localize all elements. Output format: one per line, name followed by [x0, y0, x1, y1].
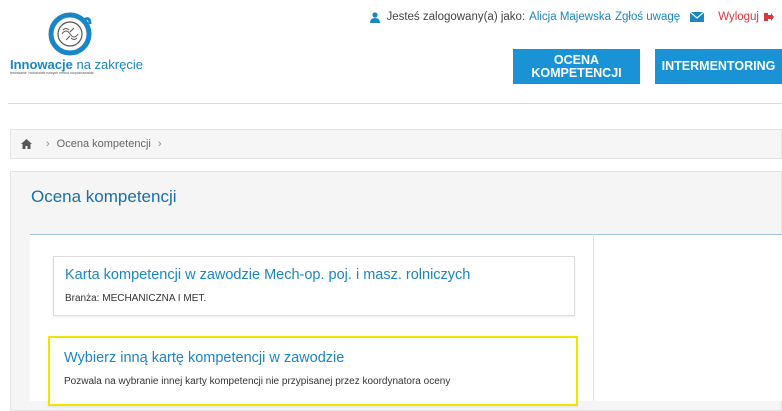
choose-other-card-title[interactable]: Wybierz inną kartę kompetencji w zawodzi…: [64, 350, 344, 366]
brand-name-bold: Innowacje: [10, 57, 73, 72]
user-name-link[interactable]: Alicja Majewska: [529, 11, 611, 23]
logo[interactable]: Innowacje na zakręcie testowanie i wdraż…: [10, 12, 143, 75]
breadcrumb-separator: ›: [46, 138, 50, 150]
nav-ocena-kompetencji-button[interactable]: OCENA KOMPETENCJI: [513, 49, 640, 84]
content-divider: [593, 234, 594, 401]
nav-ocena-line2: KOMPETENCJI: [531, 65, 622, 80]
logged-in-label: Jesteś zalogowany(a) jako:: [386, 11, 526, 23]
logout-icon[interactable]: [764, 12, 774, 22]
breadcrumb-item-ocena[interactable]: Ocena kompetencji: [57, 138, 151, 150]
brain-logo-icon: [48, 12, 92, 56]
brand-name-rest: na zakręcie: [72, 57, 143, 72]
choose-other-card[interactable]: Wybierz inną kartę kompetencji w zawodzi…: [48, 336, 578, 406]
competency-card-title[interactable]: Karta kompetencji w zawodzie Mech-op. po…: [65, 267, 470, 283]
header-divider: [8, 103, 782, 104]
logout-link[interactable]: Wyloguj: [718, 11, 759, 23]
user-bar: Jesteś zalogowany(a) jako: Alicja Majews…: [370, 11, 774, 23]
brand-tagline: testowanie i wdrażanie nowych metod rozp…: [10, 71, 94, 75]
report-issue-link[interactable]: Zgłoś uwagę: [615, 11, 680, 23]
breadcrumb: › Ocena kompetencji ›: [10, 129, 782, 159]
nav-intermentoring-button[interactable]: INTERMENTORING: [655, 49, 782, 84]
mail-icon[interactable]: [690, 12, 705, 22]
user-icon: [370, 11, 381, 23]
competency-card-branch: Branża: MECHANICZNA I MET.: [65, 293, 207, 304]
nav-ocena-line1: OCENA: [553, 52, 600, 67]
home-icon[interactable]: [21, 139, 32, 149]
breadcrumb-separator: ›: [157, 138, 162, 150]
page-title: Ocena kompetencji: [31, 187, 177, 206]
competency-card[interactable]: Karta kompetencji w zawodzie Mech-op. po…: [53, 256, 575, 316]
brand-name: Innowacje na zakręcie: [10, 57, 143, 72]
choose-other-card-description: Pozwala na wybranie innej karty kompeten…: [64, 376, 451, 387]
